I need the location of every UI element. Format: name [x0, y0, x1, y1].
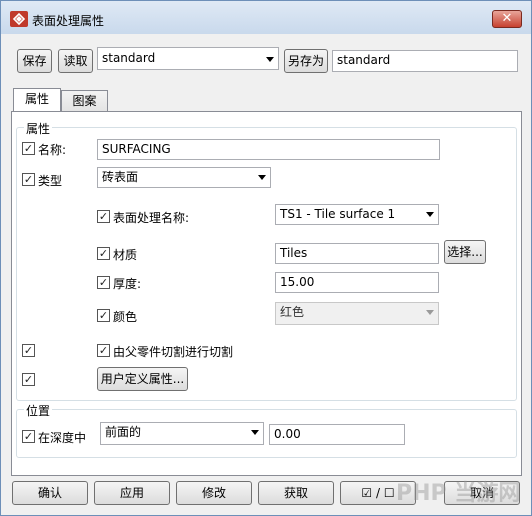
cut-by-parent-label: 由父零件切割进行切割 — [113, 345, 234, 359]
user-defined-attributes-button[interactable]: 用户定义属性... — [97, 367, 188, 391]
apply-button[interactable]: 应用 — [94, 481, 170, 505]
dialog-window: 表面处理属性 ✕ 保存 读取 standard 另存为 standard 属性 … — [0, 0, 532, 516]
chevron-down-icon — [426, 212, 434, 217]
material-input[interactable]: Tiles — [275, 243, 439, 264]
position-group-title: 位置 — [24, 402, 53, 419]
chevron-down-icon — [266, 57, 274, 62]
type-value: 砖表面 — [102, 170, 139, 184]
window-title: 表面处理属性 — [32, 14, 105, 28]
type-select[interactable]: 砖表面 — [97, 167, 271, 188]
surface-name-value: TS1 - Tile surface 1 — [280, 207, 396, 221]
tab-attributes[interactable]: 属性 — [13, 88, 61, 113]
position-group — [16, 409, 517, 458]
preset-value: standard — [102, 51, 156, 65]
save-as-input[interactable]: standard — [332, 50, 518, 72]
depth-value: 前面的 — [105, 425, 142, 439]
name-label: 名称: — [38, 143, 67, 157]
color-checkbox[interactable]: ✓ — [97, 309, 110, 322]
cut-checkbox-left[interactable]: ✓ — [22, 344, 35, 357]
name-input[interactable]: SURFACING — [97, 139, 440, 160]
chevron-down-icon — [258, 175, 266, 180]
save-as-button[interactable]: 另存为 — [284, 49, 328, 73]
ok-button[interactable]: 确认 — [12, 481, 88, 505]
color-value: 红色 — [280, 305, 305, 319]
thickness-input[interactable]: 15.00 — [275, 272, 439, 293]
name-checkbox[interactable]: ✓ — [22, 142, 35, 155]
surface-name-label: 表面处理名称: — [113, 211, 190, 225]
type-label: 类型 — [38, 174, 63, 188]
watermark-logo: PHP 当游网 — [396, 481, 521, 506]
select-material-button[interactable]: 选择... — [444, 240, 486, 264]
get-button[interactable]: 获取 — [258, 481, 334, 505]
chevron-down-icon — [426, 310, 434, 315]
color-label: 颜色 — [113, 310, 138, 324]
tab-panel: 属性 ✓ 名称: SURFACING ✓ 类型 砖表面 ✓ 表面处理名称: TS… — [11, 111, 522, 476]
cut-by-parent-checkbox[interactable]: ✓ — [97, 344, 110, 357]
attributes-group-title: 属性 — [24, 120, 53, 137]
thickness-label: 厚度: — [113, 277, 142, 291]
depth-select[interactable]: 前面的 — [100, 422, 264, 445]
thickness-checkbox[interactable]: ✓ — [97, 276, 110, 289]
load-button[interactable]: 读取 — [58, 49, 93, 73]
material-checkbox[interactable]: ✓ — [97, 247, 110, 260]
depth-offset-input[interactable]: 0.00 — [269, 424, 405, 445]
color-select: 红色 — [275, 302, 439, 325]
app-icon — [10, 11, 28, 27]
chevron-down-icon — [251, 430, 259, 435]
surface-name-checkbox[interactable]: ✓ — [97, 210, 110, 223]
preset-select[interactable]: standard — [97, 47, 279, 70]
depth-checkbox[interactable]: ✓ — [22, 430, 35, 443]
modify-button[interactable]: 修改 — [176, 481, 252, 505]
close-button[interactable]: ✕ — [492, 10, 522, 28]
save-button[interactable]: 保存 — [17, 49, 52, 73]
depth-label: 在深度中 — [38, 431, 87, 445]
tab-pattern[interactable]: 图案 — [61, 90, 108, 112]
udf-checkbox[interactable]: ✓ — [22, 373, 35, 386]
surface-name-select[interactable]: TS1 - Tile surface 1 — [275, 204, 439, 225]
type-checkbox[interactable]: ✓ — [22, 173, 35, 186]
title-bar[interactable]: 表面处理属性 ✕ — [1, 1, 531, 34]
material-label: 材质 — [113, 248, 138, 262]
